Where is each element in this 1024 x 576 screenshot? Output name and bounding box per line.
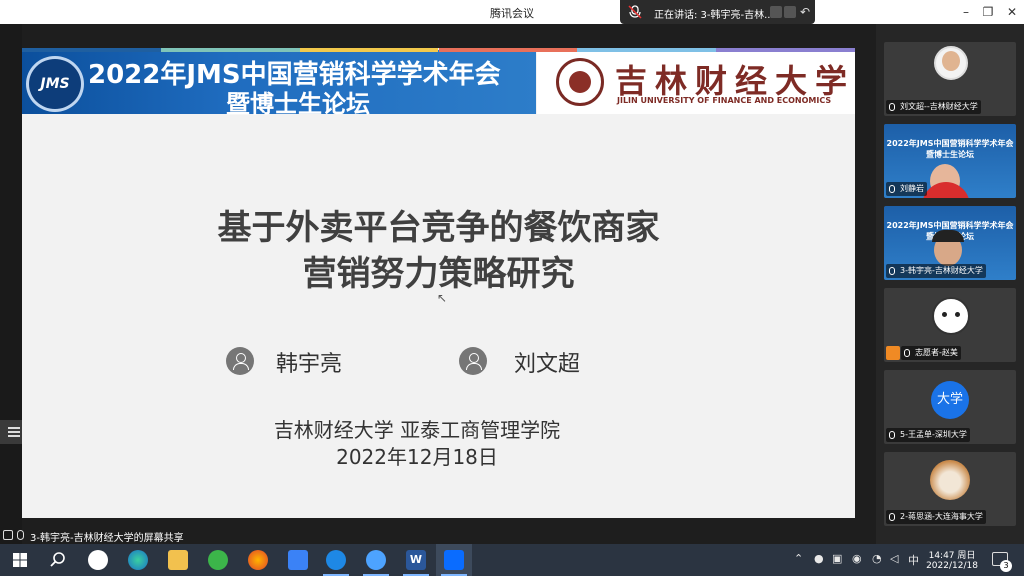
mic-muted-icon — [889, 103, 895, 111]
participant-label: 刘静岩 — [886, 182, 927, 196]
mic-muted-icon — [904, 349, 910, 357]
speaking-indicator[interactable]: 正在讲话: 3-韩宇亮-吉林... ↶ — [620, 0, 815, 24]
folder-icon[interactable] — [168, 550, 188, 570]
feishu-icon[interactable] — [288, 550, 308, 570]
stage-left-strip — [0, 24, 22, 544]
volume-icon[interactable]: ◁ — [890, 552, 898, 565]
divider-segment — [22, 48, 161, 52]
participant-tile[interactable]: 2-蒋思涵-大连海事大学 — [884, 452, 1016, 526]
presentation-date: 2022年12月18日 — [336, 445, 498, 469]
participant-tile[interactable]: 志愿者-赵美 — [884, 288, 1016, 362]
mic-icon — [889, 185, 895, 193]
firefox-icon[interactable] — [248, 550, 268, 570]
app-s-icon[interactable] — [326, 550, 346, 570]
avatar-eye — [955, 312, 960, 317]
divider-segment — [716, 48, 855, 52]
clock-time[interactable]: 14:47 周日 — [922, 548, 982, 561]
notification-count: 3 — [1000, 560, 1012, 572]
tray-mic-icon[interactable]: ● — [814, 552, 824, 565]
ime-indicator[interactable]: 中 — [908, 552, 919, 568]
divider-segment — [438, 48, 578, 52]
mic-muted-icon — [889, 431, 895, 439]
clock-date[interactable]: 2022/12/18 — [922, 561, 982, 571]
author-name-1: 韩宇亮 — [276, 352, 343, 377]
divider-segment — [299, 48, 439, 52]
author-avatar-icon — [226, 347, 254, 375]
jms-logo: JMS — [26, 56, 84, 112]
window-title: 腾讯会议 — [490, 7, 534, 20]
cartoon-avatar-icon — [932, 297, 970, 335]
mic-muted-icon — [889, 513, 895, 521]
participant-tile[interactable]: 大学 5-王孟单-深圳大学 — [884, 370, 1016, 444]
university-name-en: JILIN UNIVERSITY OF FINANCE AND ECONOMIC… — [617, 96, 832, 105]
divider-segment — [577, 48, 717, 52]
participant-label: 2-蒋思涵-大连海事大学 — [886, 510, 986, 524]
participant-tile[interactable]: 2022年JMS中国营销科学学术年会 暨博士生论坛 3-韩宇亮-吉林财经大学 — [884, 206, 1016, 280]
network-icon[interactable]: ◔ — [872, 552, 882, 565]
windows-taskbar: W ⌃ ● ▣ ◉ ◔ ◁ 中 14:47 周日 2022/12/18 3 — [0, 544, 1024, 576]
participant-label: 志愿者-赵美 — [901, 346, 961, 360]
university-banner: 吉林财经大学 JILIN UNIVERSITY OF FINANCE AND E… — [537, 50, 855, 114]
speaker-avatar-icon — [784, 6, 796, 18]
presentation-slide: JMS 2022年JMS中国营销科学学术年会 暨博士生论坛 吉林财经大学 JIL… — [22, 48, 855, 518]
participant-face — [942, 51, 960, 71]
refresh-app-icon[interactable] — [208, 550, 228, 570]
banner-title-line2: 暨博士生论坛 — [226, 90, 370, 118]
slide-title-line1: 基于外卖平台竞争的餐饮商家 — [217, 208, 660, 248]
search-icon[interactable] — [48, 550, 68, 570]
edge-icon[interactable] — [128, 550, 148, 570]
mic-icon — [889, 267, 895, 275]
app-bird-icon[interactable] — [366, 550, 386, 570]
windows-start-icon[interactable] — [10, 550, 30, 570]
tray-expand-icon[interactable]: ⌃ — [794, 552, 803, 565]
screen-share-icon — [3, 530, 13, 540]
text-avatar: 大学 — [931, 381, 969, 419]
mic-icon — [17, 530, 24, 540]
word-icon[interactable]: W — [406, 550, 426, 570]
participant-tile[interactable]: 刘文超--吉林财经大学 — [884, 42, 1016, 116]
participant-label: 刘文超--吉林财经大学 — [886, 100, 981, 114]
slide-title-line2: 营销努力策略研究 — [302, 254, 575, 294]
dog-avatar-icon — [930, 460, 970, 500]
author-name-2: 刘文超 — [514, 352, 581, 377]
participant-panel: 刘文超--吉林财经大学 2022年JMS中国营销科学学术年会 暨博士生论坛 刘静… — [876, 24, 1024, 544]
mouse-cursor-icon: ↖ — [437, 291, 448, 305]
tray-camera-icon[interactable]: ◉ — [852, 552, 862, 565]
muted-mic-icon — [628, 5, 642, 19]
university-seal-icon — [556, 58, 604, 106]
avatar-eye — [942, 312, 947, 317]
divider-segment — [160, 48, 300, 52]
participant-tile[interactable]: 2022年JMS中国营销科学学术年会 暨博士生论坛 刘静岩 — [884, 124, 1016, 198]
app-root: 腾讯会议 正在讲话: 3-韩宇亮-吉林... ↶ – ❐ ✕ JMS 2022年… — [0, 0, 1024, 576]
app-icon[interactable] — [88, 550, 108, 570]
speaker-avatar-icon — [770, 6, 782, 18]
host-badge-icon — [886, 346, 900, 360]
tray-app-icon[interactable]: ▣ — [832, 552, 842, 565]
speaking-text: 正在讲话: 3-韩宇亮-吉林... — [654, 10, 774, 21]
conference-banner: JMS 2022年JMS中国营销科学学术年会 暨博士生论坛 — [22, 50, 536, 118]
mini-banner-line2: 暨博士生论坛 — [926, 150, 974, 159]
screen-share-text: 3-韩宇亮-吉林财经大学的屏幕共享 — [30, 533, 184, 544]
participant-hair — [932, 230, 964, 242]
participant-label: 5-王孟单-深圳大学 — [886, 428, 970, 442]
close-button[interactable]: ✕ — [998, 3, 1024, 21]
affiliation: 吉林财经大学 亚泰工商管理学院 — [273, 418, 561, 442]
tencent-meeting-icon[interactable] — [444, 550, 464, 570]
screen-share-status: 3-韩宇亮-吉林财经大学的屏幕共享 — [0, 527, 300, 544]
back-arrow-icon[interactable]: ↶ — [800, 5, 810, 19]
title-bar: 腾讯会议 正在讲话: 3-韩宇亮-吉林... ↶ – ❐ ✕ — [0, 0, 1024, 24]
author-avatar-icon — [459, 347, 487, 375]
participant-label: 3-韩宇亮-吉林财经大学 — [886, 264, 986, 278]
mini-banner-line1: 2022年JMS中国营销科学学术年会 — [886, 139, 1014, 148]
